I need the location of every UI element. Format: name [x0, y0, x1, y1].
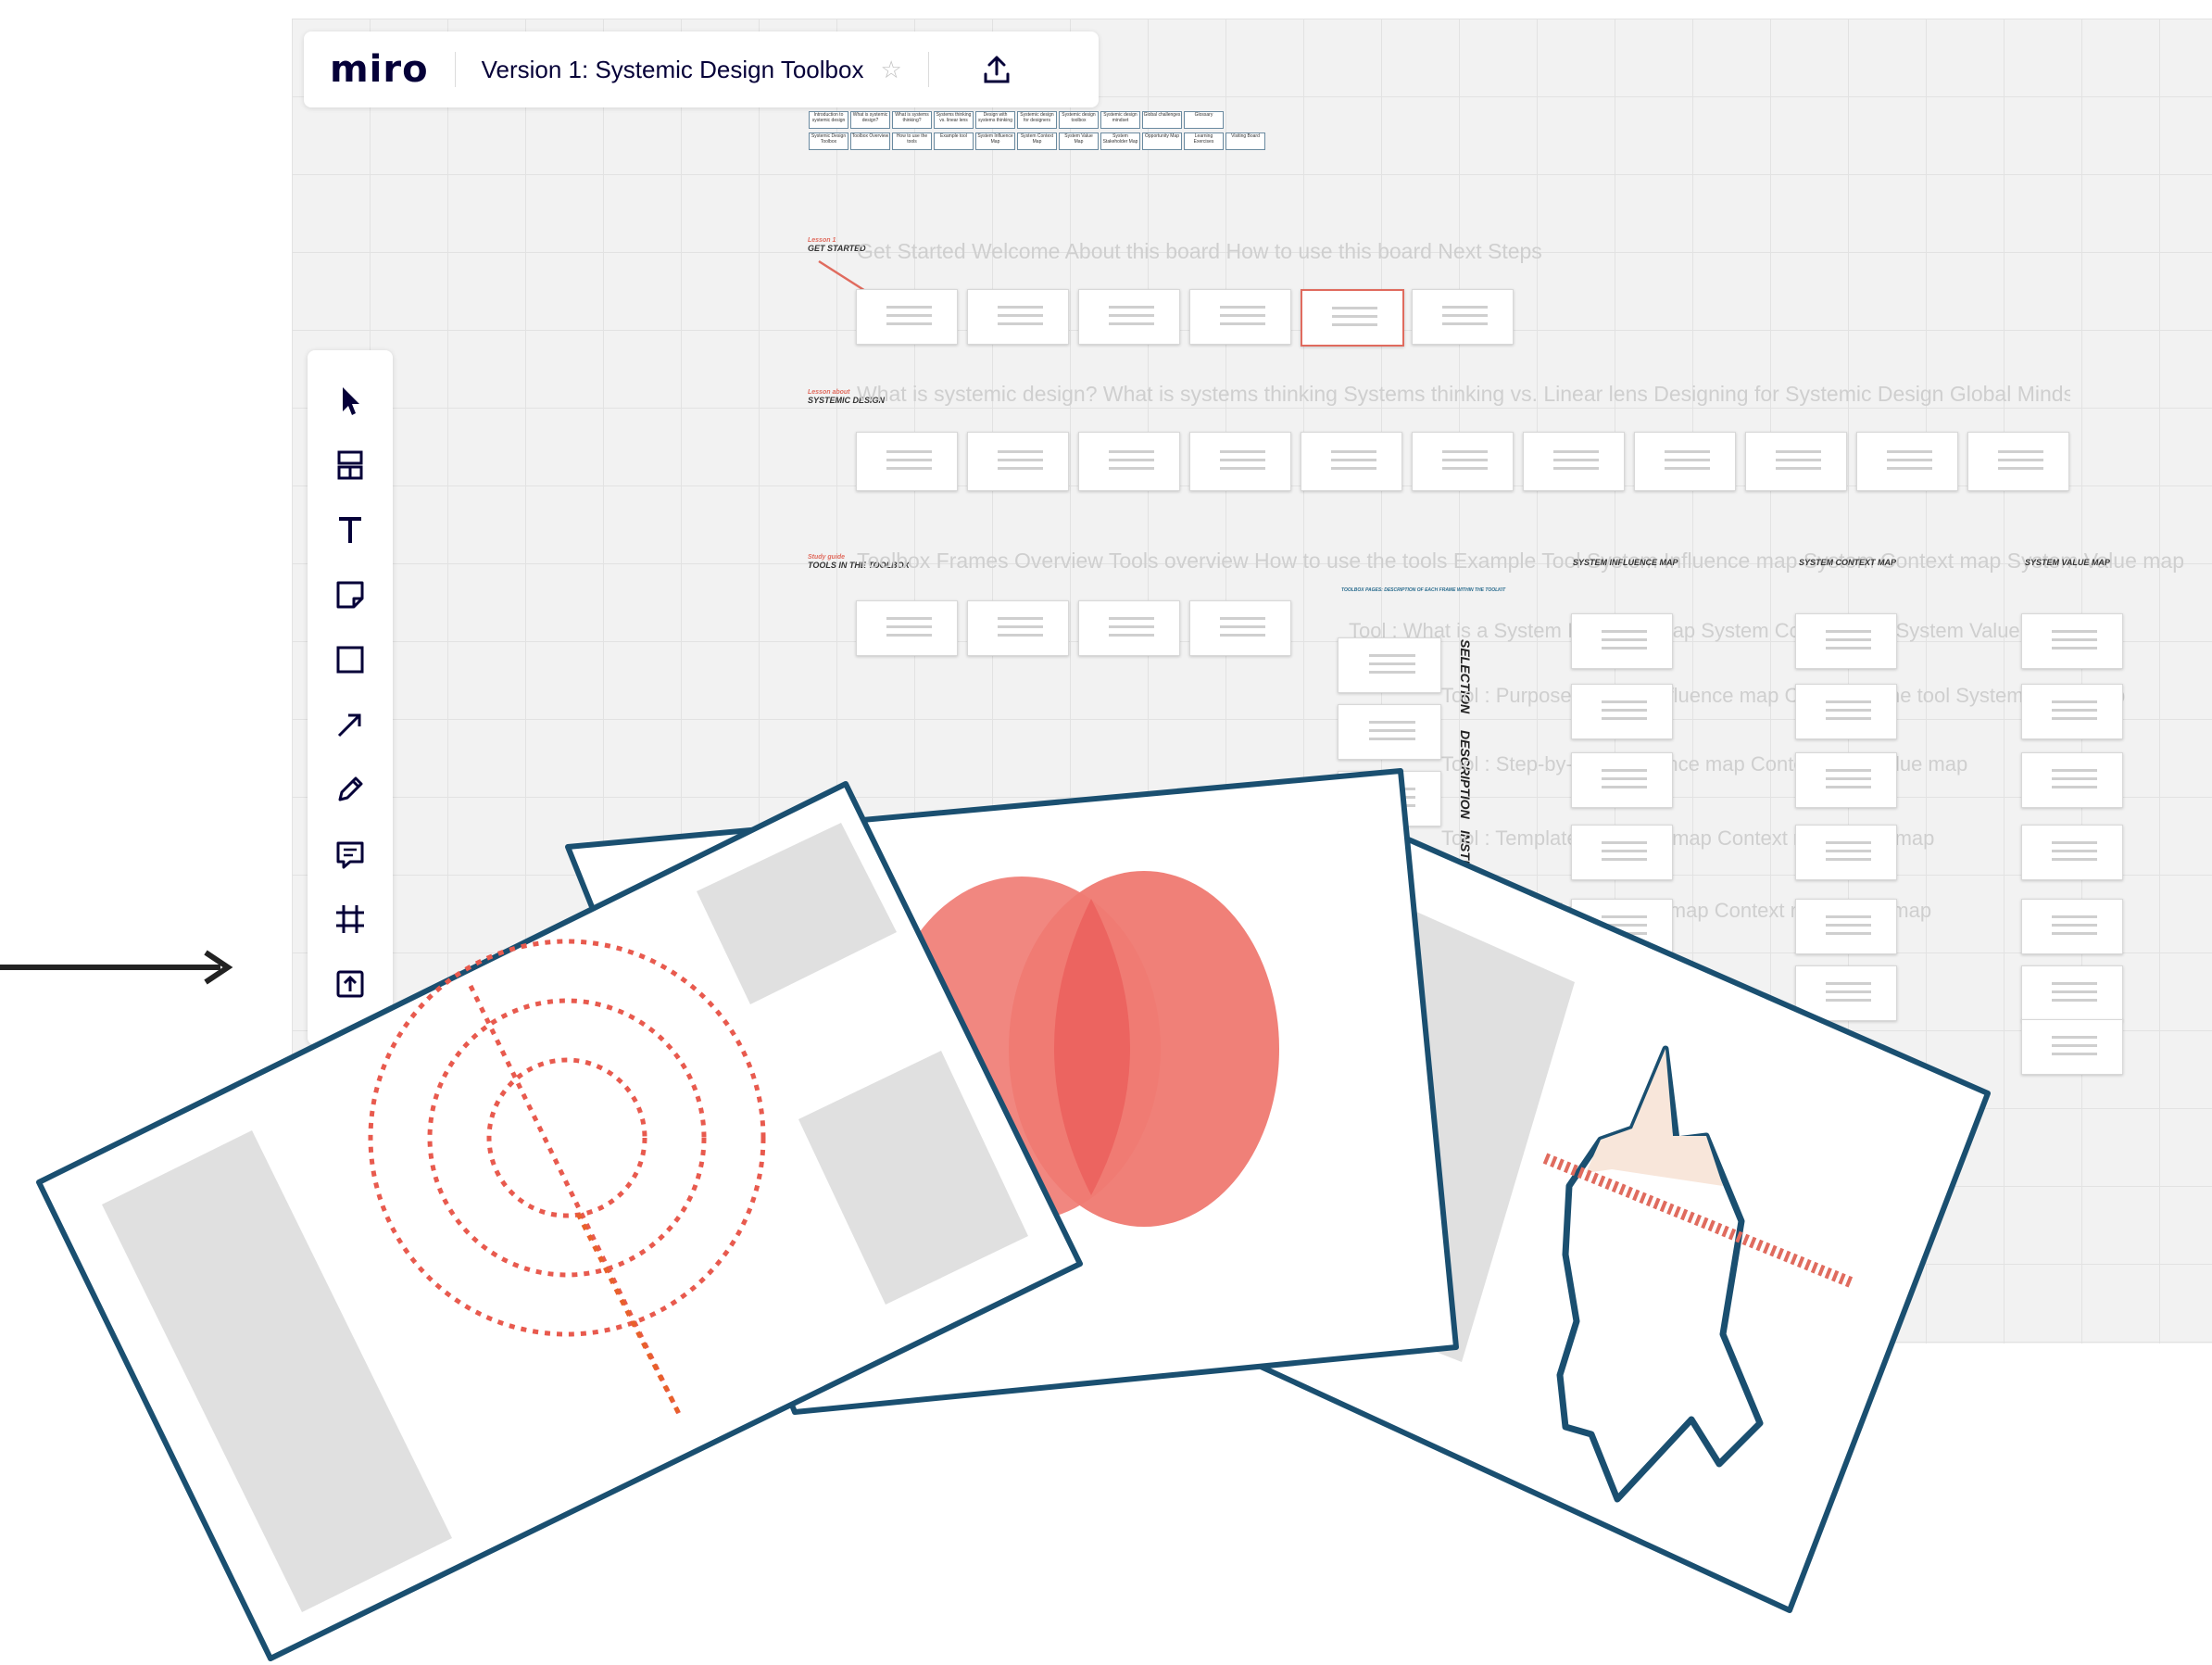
cards-illustration	[36, 768, 1991, 1661]
